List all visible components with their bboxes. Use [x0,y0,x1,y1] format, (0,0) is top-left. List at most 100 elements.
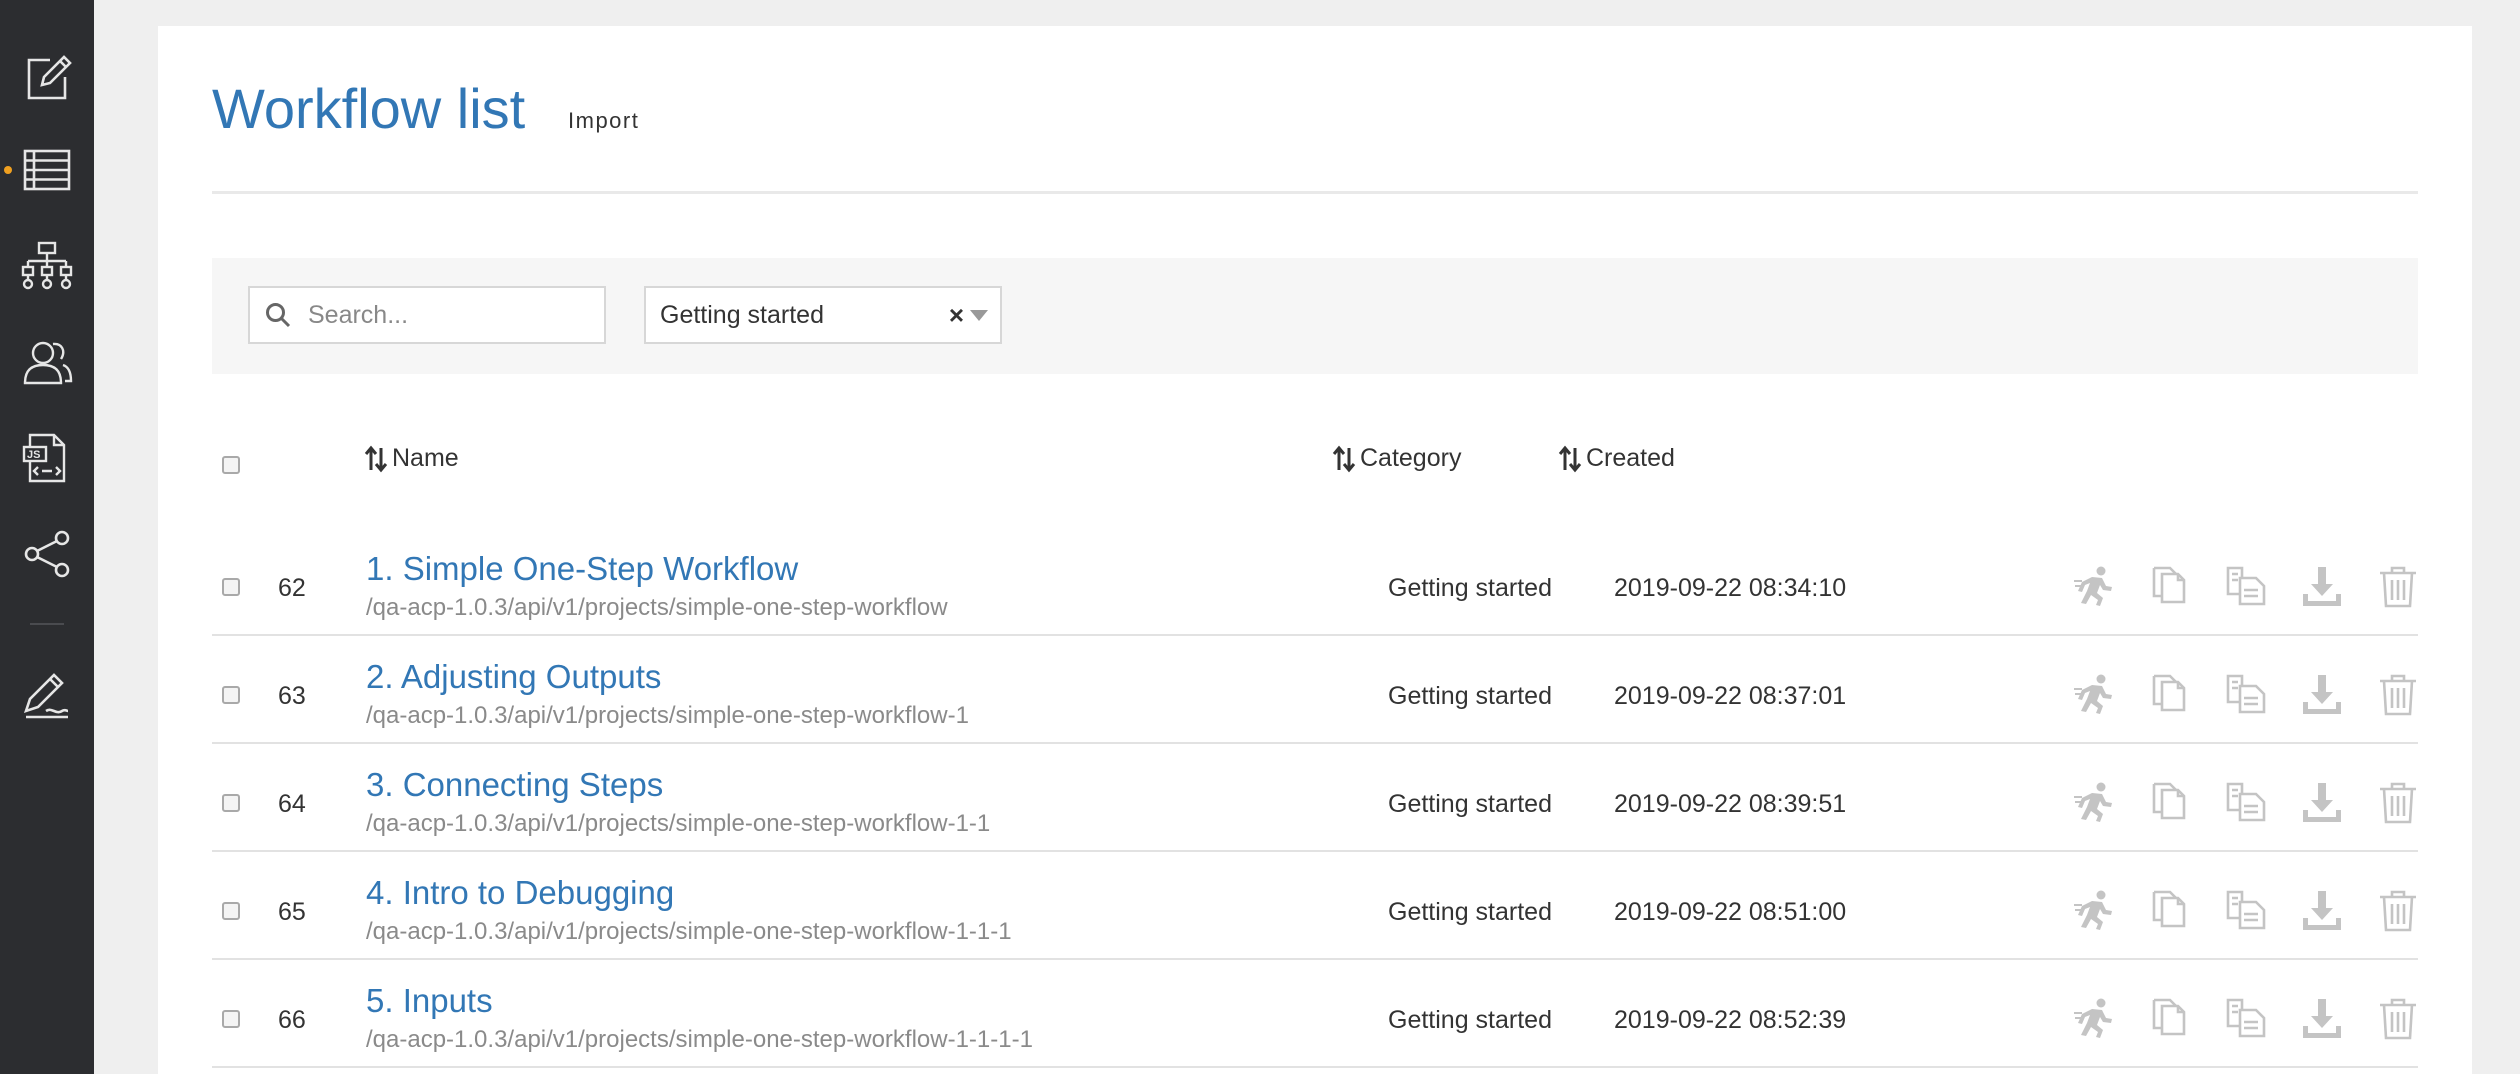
search-input[interactable] [306,299,590,331]
download-icon [2303,783,2341,822]
copy-to-button[interactable] [2224,888,2268,932]
duplicate-icon [2152,566,2186,604]
duplicate-icon [2152,998,2186,1036]
sort-icon [1332,445,1356,472]
title-divider [212,191,2418,194]
copy-to-icon [2226,674,2266,714]
workflow-name-link[interactable]: 2. Adjusting Outputs [366,658,661,696]
row-id: 63 [278,682,306,710]
copy-to-button[interactable] [2224,672,2268,716]
js-file-icon: JS [22,433,66,483]
table-row: 65 4. Intro to Debugging /qa-acp-1.0.3/a… [212,852,2418,960]
workflow-category: Getting started [1388,790,1552,818]
sidebar-item-share[interactable] [0,514,94,594]
table-row: 66 5. Inputs /qa-acp-1.0.3/api/v1/projec… [212,960,2418,1068]
run-icon [2074,782,2112,822]
download-button[interactable] [2300,672,2344,716]
list-icon [23,149,71,191]
run-button[interactable] [2072,996,2116,1040]
row-checkbox[interactable] [222,794,240,812]
sidebar-item-hierarchy[interactable] [0,226,94,306]
filter-bar: Getting started × [212,258,2418,374]
workflow-path: /qa-acp-1.0.3/api/v1/projects/simple-one… [366,1026,1033,1053]
active-indicator [4,166,12,174]
duplicate-button[interactable] [2148,888,2192,932]
row-actions [2072,780,2452,824]
search-icon [266,303,291,328]
delete-button[interactable] [2376,888,2420,932]
sidebar-item-scripts[interactable]: JS [0,418,94,498]
column-header-created[interactable]: Created [1558,444,1675,473]
table-row: 62 1. Simple One-Step Workflow /qa-acp-1… [212,528,2418,636]
workflow-path: /qa-acp-1.0.3/api/v1/projects/simple-one… [366,702,969,729]
download-button[interactable] [2300,888,2344,932]
run-button[interactable] [2072,672,2116,716]
category-select[interactable]: Getting started × [644,286,1002,344]
run-icon [2074,566,2112,606]
run-button[interactable] [2072,780,2116,824]
column-header-category[interactable]: Category [1332,444,1461,473]
sidebar-item-users[interactable] [0,322,94,402]
select-all-checkbox[interactable] [222,456,240,474]
download-button[interactable] [2300,564,2344,608]
import-link[interactable]: Import [568,108,639,134]
row-checkbox[interactable] [222,1010,240,1028]
workflow-path: /qa-acp-1.0.3/api/v1/projects/simple-one… [366,594,948,621]
main-panel: Workflow list Import Getting started × N… [158,26,2472,1074]
page-title: Workflow list [212,77,526,140]
column-header-name[interactable]: Name [364,444,459,473]
row-checkbox[interactable] [222,578,240,596]
column-header-label: Category [1360,444,1462,472]
copy-to-button[interactable] [2224,564,2268,608]
duplicate-icon [2152,674,2186,712]
clear-icon[interactable]: × [949,300,964,331]
delete-button[interactable] [2376,996,2420,1040]
workflow-created: 2019-09-22 08:52:39 [1614,1006,1847,1034]
copy-to-button[interactable] [2224,996,2268,1040]
duplicate-button[interactable] [2148,564,2192,608]
workflow-created: 2019-09-22 08:34:10 [1614,574,1847,602]
search-box[interactable] [248,286,606,344]
sidebar-item-new-workflow[interactable] [0,38,94,118]
download-button[interactable] [2300,996,2344,1040]
run-button[interactable] [2072,888,2116,932]
workflow-created: 2019-09-22 08:39:51 [1614,790,1847,818]
category-select-value: Getting started [660,300,824,329]
workflow-name-link[interactable]: 1. Simple One-Step Workflow [366,550,798,588]
chevron-down-icon[interactable] [970,309,988,321]
workflow-created: 2019-09-22 08:37:01 [1614,682,1847,710]
download-icon [2303,567,2341,606]
duplicate-button[interactable] [2148,996,2192,1040]
sidebar-item-sign[interactable] [0,654,94,734]
download-button[interactable] [2300,780,2344,824]
delete-button[interactable] [2376,672,2420,716]
sidebar-item-workflow-list[interactable] [0,130,94,210]
workflow-name-link[interactable]: 3. Connecting Steps [366,766,663,804]
copy-to-icon [2226,782,2266,822]
workflow-category: Getting started [1388,682,1552,710]
row-actions [2072,564,2452,608]
duplicate-button[interactable] [2148,780,2192,824]
row-checkbox[interactable] [222,902,240,920]
sidebar-divider [30,623,64,625]
copy-to-icon [2226,566,2266,606]
share-icon [24,530,70,578]
row-id: 64 [278,790,306,818]
row-id: 62 [278,574,306,602]
workflow-category: Getting started [1388,574,1552,602]
copy-to-icon [2226,998,2266,1038]
run-button[interactable] [2072,564,2116,608]
delete-button[interactable] [2376,564,2420,608]
workflow-path: /qa-acp-1.0.3/api/v1/projects/simple-one… [366,918,1012,945]
workflow-name-link[interactable]: 4. Intro to Debugging [366,874,674,912]
copy-to-button[interactable] [2224,780,2268,824]
run-icon [2074,890,2112,930]
trash-icon [2380,674,2416,716]
workflow-name-link[interactable]: 5. Inputs [366,982,493,1020]
column-header-label: Name [392,444,459,472]
delete-button[interactable] [2376,780,2420,824]
workflow-created: 2019-09-22 08:51:00 [1614,898,1847,926]
download-icon [2303,999,2341,1038]
duplicate-button[interactable] [2148,672,2192,716]
row-checkbox[interactable] [222,686,240,704]
